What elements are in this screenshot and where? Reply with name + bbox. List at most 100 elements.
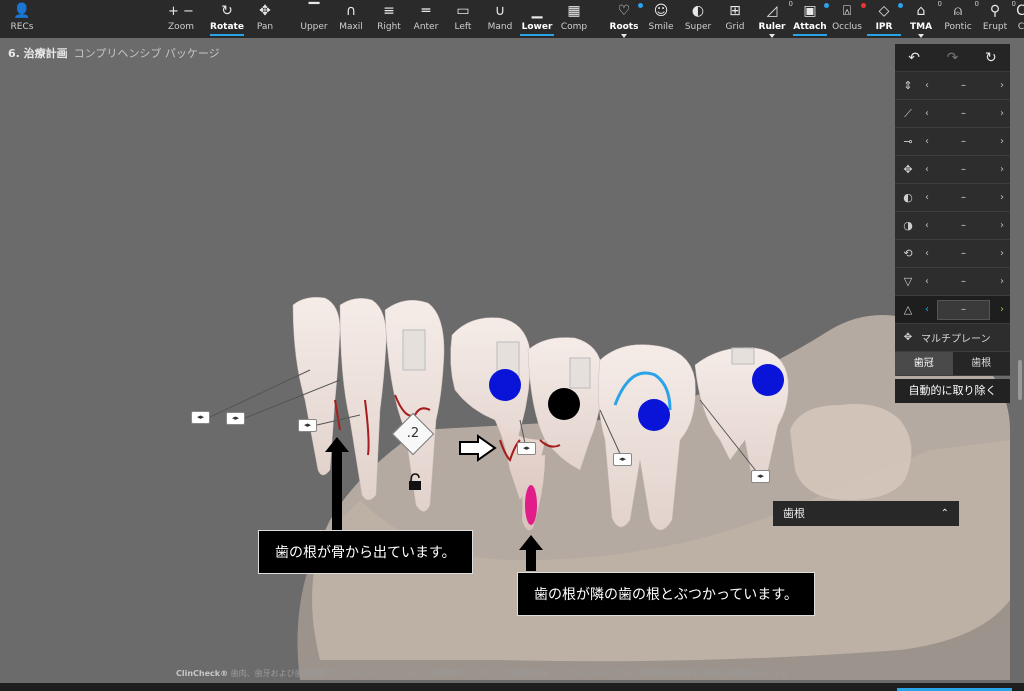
multiplane-row[interactable]: ✥ マルチプレーン bbox=[895, 324, 1010, 352]
ipr-icon: ◇ bbox=[867, 2, 903, 20]
tooth-tag[interactable]: ◂▸ bbox=[517, 442, 536, 455]
toolbar-tma-button[interactable]: ⌂ 0 TMA bbox=[904, 0, 942, 38]
crown-tab[interactable]: 歯冠 bbox=[895, 352, 953, 375]
marker-black bbox=[548, 388, 580, 420]
toolbar-rotate-button[interactable]: ↻ Rotate bbox=[210, 0, 244, 38]
tooth-tag[interactable]: ◂▸ bbox=[226, 412, 245, 425]
left-icon: ▭ bbox=[456, 3, 470, 19]
marker-blue-1 bbox=[489, 369, 521, 401]
tooth-tag[interactable]: ◂▸ bbox=[191, 411, 210, 424]
tooth-tag[interactable]: ◂▸ bbox=[298, 419, 317, 432]
toolbar-mand-button[interactable]: ∪ Mand bbox=[483, 0, 517, 38]
ipr-value: .2 bbox=[406, 426, 420, 441]
disclaimer: ClinCheck® 歯肉、歯牙および歯根移動のシミュレーションであり、歯根等の… bbox=[176, 668, 789, 679]
maxil-icon: ∩ bbox=[345, 3, 357, 19]
multiplane-icon: ✥ bbox=[903, 332, 913, 343]
attachment-canine bbox=[402, 329, 426, 371]
collision-marker bbox=[525, 485, 537, 525]
toolbar-roots-button[interactable]: ♡ Roots bbox=[607, 0, 643, 38]
toolbar-smile-button[interactable]: ☺ Smile bbox=[644, 0, 678, 38]
toolbar-label: Zoom bbox=[168, 22, 194, 32]
redo-icon[interactable]: ↷ bbox=[947, 50, 959, 66]
lower-icon: ▁ bbox=[531, 3, 543, 19]
anter-icon: ═ bbox=[421, 3, 431, 19]
movement-value[interactable]: – bbox=[937, 299, 990, 320]
movement-row-extrusion: ⇕ ‹ – › bbox=[895, 72, 1010, 100]
toolbar-label: C bbox=[1017, 22, 1024, 32]
chevron-right-icon[interactable]: › bbox=[994, 220, 1010, 231]
toolbar-upper-button[interactable]: ▔ Upper bbox=[297, 0, 331, 38]
undo-icon[interactable]: ↶ bbox=[908, 50, 920, 66]
chevron-right-icon[interactable]: › bbox=[994, 304, 1010, 315]
toolbar-lower-button[interactable]: ▁ Lower bbox=[520, 0, 554, 38]
movement-row-inclination: ⊸ ‹ – › bbox=[895, 128, 1010, 156]
chevron-right-icon[interactable]: › bbox=[994, 164, 1010, 175]
movement-value: – bbox=[961, 248, 966, 259]
root-movement-icon: △ bbox=[903, 303, 913, 316]
toolbar-maxil-button[interactable]: ∩ Maxil bbox=[334, 0, 368, 38]
selected-underline bbox=[793, 34, 827, 36]
chevron-right-icon[interactable]: › bbox=[994, 80, 1010, 91]
auto-remove-button[interactable]: 自動的に取り除く bbox=[895, 379, 1010, 403]
mand-icon: ∪ bbox=[494, 3, 506, 19]
movement-value: – bbox=[961, 192, 966, 203]
dental-3d-viewport[interactable] bbox=[0, 38, 1024, 683]
chevron-up-icon: ⌃ bbox=[940, 508, 949, 519]
tooth-tag[interactable]: ◂▸ bbox=[613, 453, 632, 466]
crown-root-toggle: 歯冠 歯根 bbox=[895, 352, 1010, 376]
selected-underline bbox=[520, 34, 554, 36]
chevron-right-icon[interactable]: › bbox=[994, 136, 1010, 147]
toolbar-super-button[interactable]: ◐ Super bbox=[681, 0, 715, 38]
attach-icon: ▣ bbox=[793, 2, 829, 20]
tooth-tag[interactable]: ◂▸ bbox=[751, 470, 770, 483]
disclaimer-text: 歯肉、歯牙および歯根移動のシミュレーションであり、歯根等のレンダリング画像は目安… bbox=[228, 669, 789, 678]
selected-underline bbox=[210, 34, 244, 36]
chevron-left-icon[interactable]: ‹ bbox=[921, 164, 933, 175]
chevron-right-icon[interactable]: › bbox=[994, 248, 1010, 259]
chevron-left-icon[interactable]: ‹ bbox=[921, 136, 933, 147]
toolbar-anter-button[interactable]: ═ Anter bbox=[409, 0, 443, 38]
root-tab[interactable]: 歯根 bbox=[952, 352, 1010, 375]
rotate-icon: ↻ bbox=[221, 3, 233, 19]
toolbar-recs-button[interactable]: 👤 RECs bbox=[5, 0, 39, 38]
root-dropdown[interactable]: 歯根 ⌃ bbox=[773, 501, 959, 526]
toolbar-zoom-button[interactable]: + − Zoom bbox=[164, 0, 198, 38]
reset-icon[interactable]: ↻ bbox=[985, 50, 997, 66]
movement-row-buccal: ◐ ‹ – › bbox=[895, 184, 1010, 212]
chevron-left-icon[interactable]: ‹ bbox=[921, 192, 933, 203]
toolbar-pan-button[interactable]: ✥ Pan bbox=[248, 0, 282, 38]
chevron-right-icon[interactable]: › bbox=[994, 108, 1010, 119]
toolbar-ruler-button[interactable]: ◿ 0 Ruler bbox=[755, 0, 793, 38]
toolbar-occlus-button[interactable]: ⍓ Occlus bbox=[830, 0, 866, 38]
toolbar-pontic-button[interactable]: ⍝ 0 Pontic bbox=[941, 0, 979, 38]
chevron-right-icon[interactable]: › bbox=[994, 276, 1010, 287]
torque-icon: ▽ bbox=[903, 275, 913, 288]
toolbar-left-button[interactable]: ▭ Left bbox=[446, 0, 480, 38]
chevron-left-icon[interactable]: ‹ bbox=[921, 276, 933, 287]
chevron-right-icon[interactable]: › bbox=[994, 192, 1010, 203]
toolbar-ipr-button[interactable]: ◇ IPR bbox=[867, 0, 903, 38]
ruler-icon: ◿ 0 bbox=[766, 0, 793, 19]
scrollbar[interactable] bbox=[1018, 360, 1022, 400]
movement-value: – bbox=[961, 220, 966, 231]
tma-icon: ⌂ 0 bbox=[916, 0, 942, 19]
chevron-left-icon[interactable]: ‹ bbox=[921, 304, 933, 315]
grid-icon: ⊞ bbox=[729, 3, 741, 19]
right-icon: ≡ bbox=[383, 3, 395, 19]
super-icon: ◐ bbox=[691, 3, 705, 19]
toolbar-attach-button[interactable]: ▣ Attach bbox=[793, 0, 829, 38]
top-toolbar: 👤 RECs + − Zoom ↻ Rotate ✥ Pan ▔ Upper ∩ Maxil ≡ Righ… bbox=[0, 0, 1024, 38]
toolbar-c-button[interactable]: CC bbox=[1004, 0, 1024, 38]
chevron-left-icon[interactable]: ‹ bbox=[921, 108, 933, 119]
toolbar-label: Comp bbox=[560, 22, 588, 32]
chevron-left-icon[interactable]: ‹ bbox=[921, 220, 933, 231]
toolbar-right-button[interactable]: ≡ Right bbox=[372, 0, 406, 38]
toolbar-grid-button[interactable]: ⊞ Grid bbox=[718, 0, 752, 38]
status-dot bbox=[861, 3, 866, 8]
status-dot bbox=[824, 3, 829, 8]
chevron-left-icon[interactable]: ‹ bbox=[921, 80, 933, 91]
toolbar-label: Pan bbox=[256, 22, 274, 32]
chevron-left-icon[interactable]: ‹ bbox=[921, 248, 933, 259]
extrusion-icon: ⇕ bbox=[903, 79, 913, 92]
toolbar-comp-button[interactable]: ▦ Comp bbox=[557, 0, 591, 38]
